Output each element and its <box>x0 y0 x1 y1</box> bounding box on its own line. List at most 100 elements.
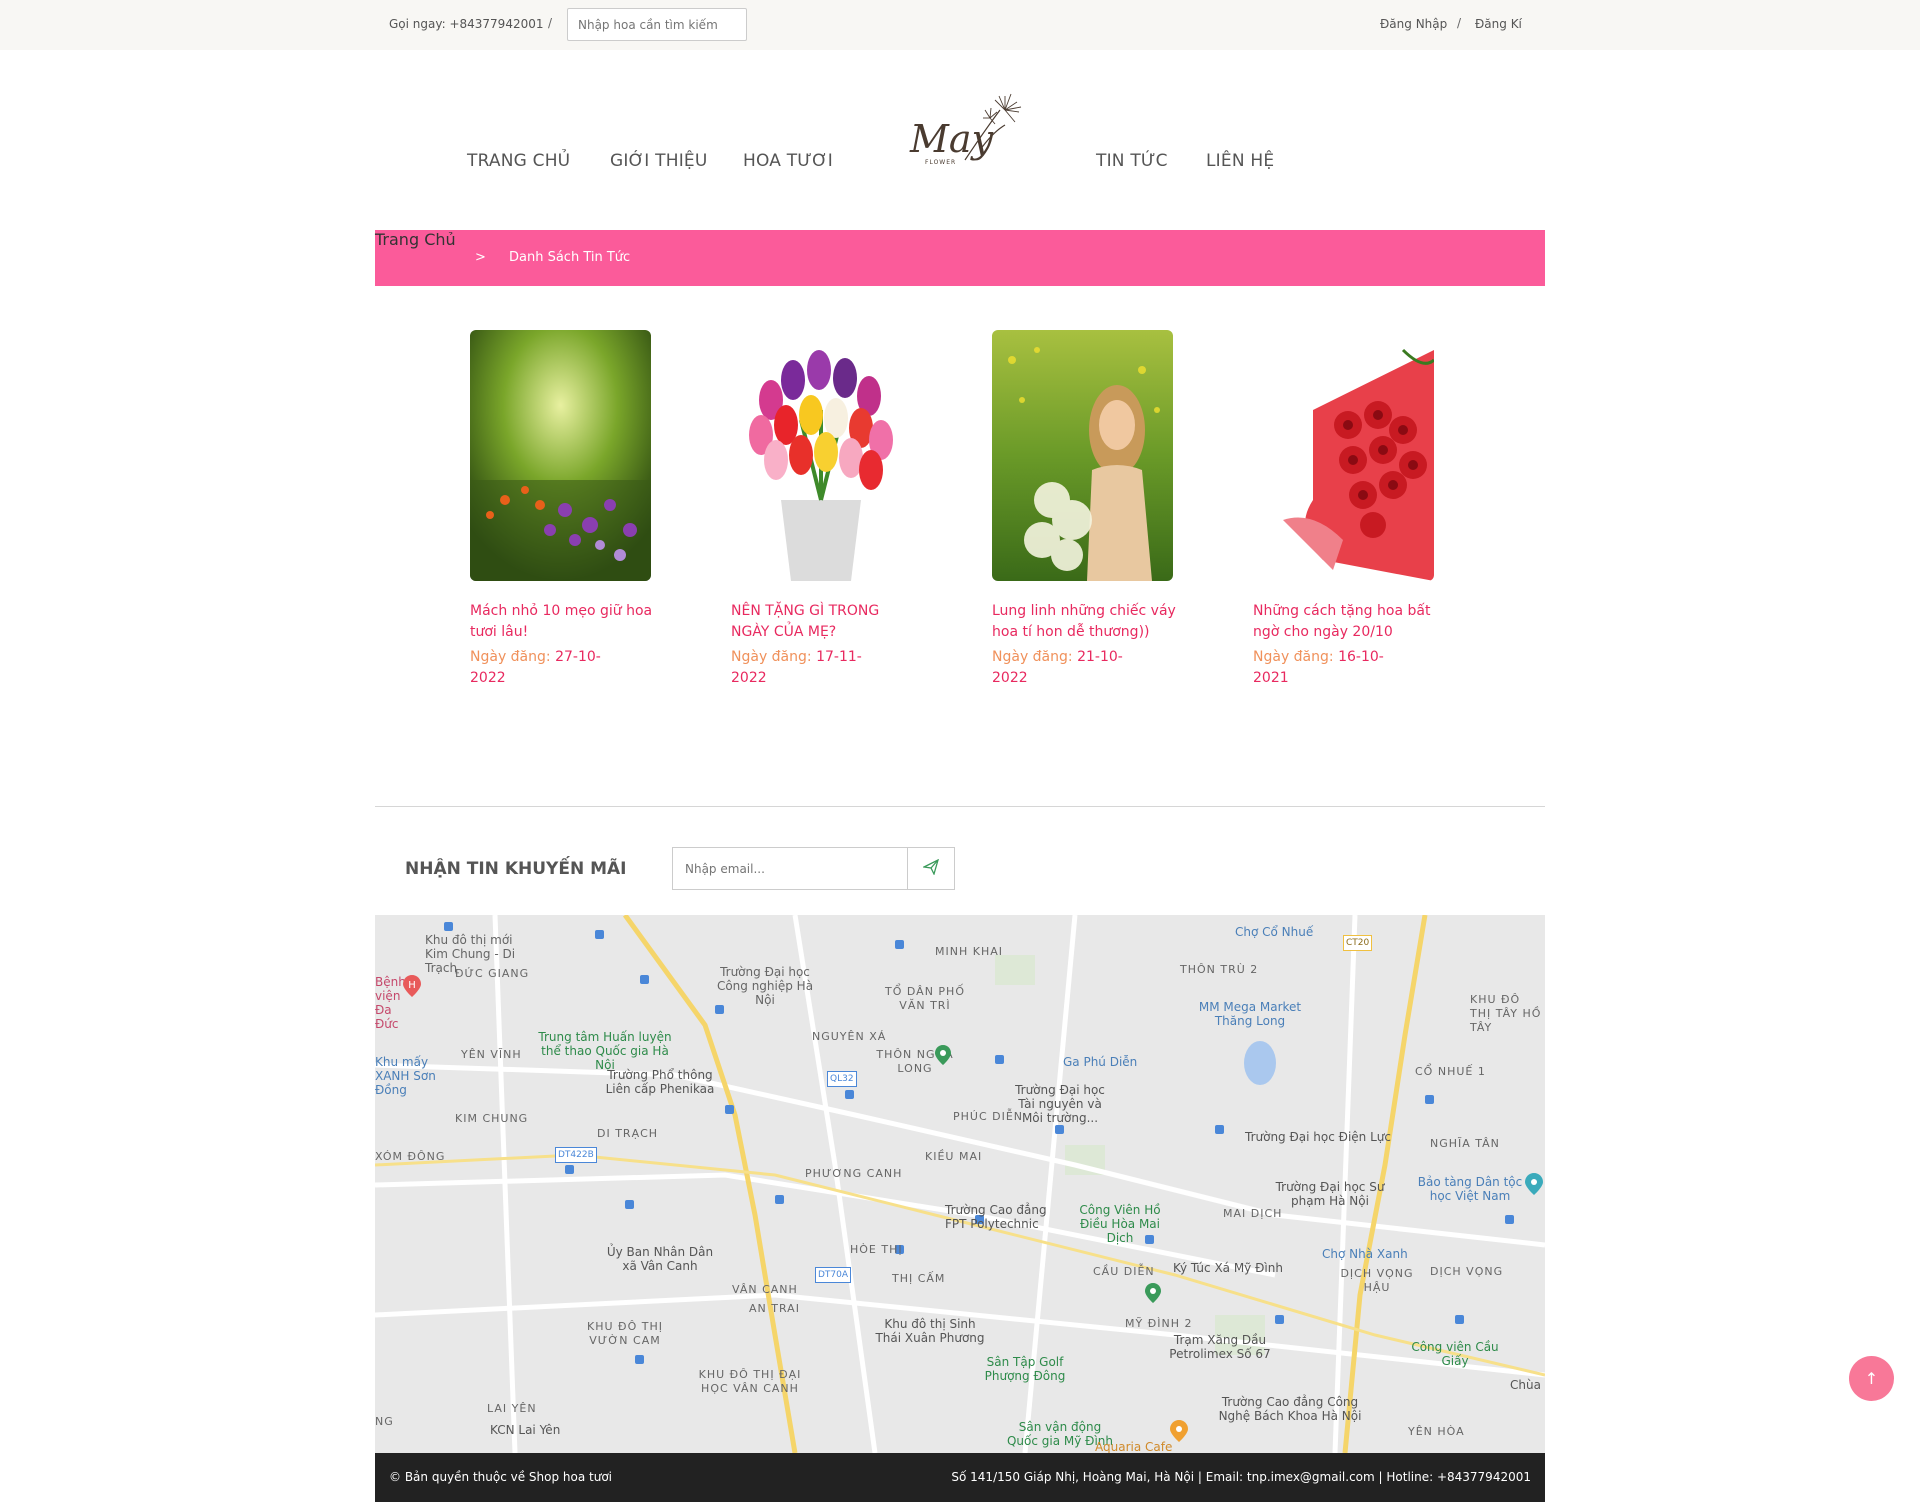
map-label: Sân Tập Golf Phượng Đông <box>984 1355 1066 1383</box>
map-label: Công viên Cầu Giấy <box>1411 1340 1499 1368</box>
map-label: MINH KHAI <box>935 945 1003 958</box>
map-label: THÔN NGỌA LONG <box>876 1048 954 1075</box>
article-date: Ngày đăng: 21-10-2022 <box>992 649 1123 686</box>
map-label: Công Viên Hồ Điều Hòa Mai Dịch <box>1079 1203 1161 1245</box>
nav-news[interactable]: TIN TỨC <box>1096 151 1168 171</box>
map-label: KCN Lai Yên <box>490 1423 561 1437</box>
article-image[interactable] <box>470 330 651 581</box>
road-badge: DT422B <box>555 1147 597 1163</box>
map-label: KHU ĐÔ THỊ VƯỜN CAM <box>587 1320 663 1347</box>
article-date: Ngày đăng: 16-10-2021 <box>1253 649 1384 686</box>
location-map[interactable]: Khu đô thị mới Kim Chung - Di Trạch ĐỨC … <box>375 915 1545 1453</box>
article-date: Ngày đăng: 27-10-2022 <box>470 649 601 686</box>
hotline-text[interactable]: Gọi ngay: +84377942001 <box>389 17 544 31</box>
newsletter-email-input[interactable] <box>672 847 908 890</box>
separator: / <box>1457 16 1462 30</box>
login-link[interactable]: Đăng Nhập <box>1380 17 1447 31</box>
map-label: Ủy Ban Nhân Dân xã Vân Canh <box>606 1245 714 1273</box>
site-footer: © Bản quyền thuộc về Shop hoa tươi Số 14… <box>375 1453 1545 1502</box>
article-title[interactable]: Lung linh những chiếc váy hoa tí hon dễ … <box>992 601 1177 643</box>
newsletter-label: NHẬN TIN KHUYẾN MÃI <box>405 859 627 879</box>
article-date: Ngày đăng: 17-11-2022 <box>731 649 862 686</box>
search-input[interactable] <box>567 8 747 41</box>
back-to-top-button[interactable]: ↑ <box>1849 1356 1894 1401</box>
museum-pin-icon <box>1525 1173 1543 1199</box>
map-label: ĐỨC GIANG <box>455 967 530 980</box>
logo-text: May <box>909 117 994 161</box>
map-label: DỊCH VỌNG <box>1430 1265 1504 1278</box>
separator: / <box>548 16 553 30</box>
breadcrumb-current: Danh Sách Tin Tức <box>509 250 631 265</box>
map-label: THÔN TRÙ 2 <box>1180 963 1259 976</box>
top-bar: Gọi ngay: +84377942001 / Đăng Nhập / Đăn… <box>0 0 1920 50</box>
map-label: Trường Phổ thông Liên cấp Phenikaa <box>605 1068 715 1096</box>
map-label: NGUYÊN XÁ <box>812 1030 887 1043</box>
map-label: Bảo tàng Dân tộc học Việt Nam <box>1417 1175 1523 1203</box>
map-label: DI TRẠCH <box>597 1127 659 1140</box>
nav-contact[interactable]: LIÊN HỆ <box>1206 151 1274 171</box>
map-pin-icon <box>935 1045 951 1069</box>
breadcrumb-home[interactable]: Trang Chủ <box>375 230 456 249</box>
map-label: KHU ĐÔ THỊ TÂY HỒ TÂY <box>1470 993 1542 1034</box>
map-label: THỊ CẤM <box>892 1272 946 1285</box>
newsletter-submit-button[interactable] <box>907 847 955 890</box>
map-label: Trạm Xăng Dầu Petrolimex Số 67 <box>1169 1333 1271 1361</box>
logo-subtext: FLOWER <box>925 159 956 166</box>
map-label: PHÚC DIỄN <box>953 1110 1024 1123</box>
article-image[interactable] <box>1253 330 1434 581</box>
map-pin-icon <box>1145 1283 1161 1307</box>
article-card[interactable]: NÊN TẶNG GÌ TRONG NGÀY CỦA MẸ? Ngày đăng… <box>731 330 916 689</box>
copyright-text: © Bản quyền thuộc về Shop hoa tươi <box>389 1470 613 1484</box>
map-label: DỊCH VỌNG HẬU <box>1340 1267 1414 1294</box>
section-divider <box>375 806 1545 807</box>
road-badge: CT20 <box>1343 935 1373 951</box>
map-label: HÒE THỊ <box>850 1243 903 1256</box>
article-title[interactable]: Những cách tặng hoa bất ngờ cho ngày 20/… <box>1253 601 1438 643</box>
breadcrumb: Trang Chủ > Danh Sách Tin Tức <box>375 230 1545 286</box>
article-image[interactable] <box>731 330 912 581</box>
nav-flowers[interactable]: HOA TƯƠI <box>743 151 833 171</box>
map-label: Trường Đại học Tài nguyên và Môi trường.… <box>1015 1083 1105 1125</box>
article-title[interactable]: NÊN TẶNG GÌ TRONG NGÀY CỦA MẸ? <box>731 601 916 643</box>
hospital-pin-icon: H <box>403 975 421 1001</box>
map-label: YÊN VĨNH <box>461 1048 522 1061</box>
send-icon <box>921 858 940 879</box>
map-label: Ký Túc Xá Mỹ Đình <box>1173 1261 1283 1275</box>
map-label: Trung tâm Huấn luyện thể thao Quốc gia H… <box>538 1030 672 1072</box>
contact-info: Số 141/150 Giáp Nhị, Hoàng Mai, Hà Nội |… <box>951 1470 1531 1484</box>
cafe-pin-icon <box>1170 1420 1188 1446</box>
map-label: Chùa L <box>1510 1378 1545 1392</box>
article-title[interactable]: Mách nhỏ 10 mẹo giữ hoa tươi lâu! <box>470 601 655 643</box>
nav-home[interactable]: TRANG CHỦ <box>467 151 570 171</box>
map-label: YÊN HÒA <box>1408 1425 1465 1438</box>
site-logo[interactable]: May FLOWER <box>905 90 1055 170</box>
svg-text:H: H <box>408 980 416 991</box>
article-card[interactable]: Những cách tặng hoa bất ngờ cho ngày 20/… <box>1253 330 1438 689</box>
map-label: Trường Cao đẳng FPT Polytechnic <box>945 1203 1047 1231</box>
register-link[interactable]: Đăng Kí <box>1475 17 1522 31</box>
map-label: KIỀU MAI <box>925 1150 983 1163</box>
map-label: KHU ĐÔ THỊ ĐẠI HỌC VÂN CANH <box>698 1368 802 1395</box>
article-image[interactable] <box>992 330 1173 581</box>
map-label: Trường Cao đẳng Công Nghệ Bách Khoa Hà N… <box>1218 1395 1362 1423</box>
map-label: Trường Đại học Sư phạm Hà Nội <box>1275 1180 1385 1208</box>
road-badge: DT70A <box>815 1267 852 1283</box>
map-label: CẦU DIỄN <box>1093 1265 1155 1278</box>
map-label: Ga Phú Diễn <box>1063 1055 1138 1069</box>
road-badge: QL32 <box>827 1071 857 1087</box>
nav-about[interactable]: GIỚI THIỆU <box>610 151 708 171</box>
map-label: Trường Đại học Công nghiệp Hà Nội <box>716 965 814 1007</box>
map-label: TỔ DÂN PHỐ VĂN TRÌ <box>885 985 965 1012</box>
map-label: Khu mấy XANH Sơn Đồng <box>375 1055 436 1097</box>
map-label: NG <box>375 1415 394 1428</box>
arrow-up-icon: ↑ <box>1864 1369 1879 1388</box>
article-card[interactable]: Mách nhỏ 10 mẹo giữ hoa tươi lâu! Ngày đ… <box>470 330 655 689</box>
breadcrumb-separator: > <box>475 250 486 265</box>
map-label: VÂN CANH <box>732 1283 798 1296</box>
map-label: AN TRAI <box>749 1302 800 1315</box>
map-label: MAI DỊCH <box>1223 1207 1283 1220</box>
map-label: PHƯƠNG CANH <box>805 1167 903 1180</box>
article-card[interactable]: Lung linh những chiếc váy hoa tí hon dễ … <box>992 330 1177 689</box>
map-label: NGHĨA TÂN <box>1430 1137 1500 1150</box>
map-label: MM Mega Market Thăng Long <box>1198 1000 1302 1028</box>
